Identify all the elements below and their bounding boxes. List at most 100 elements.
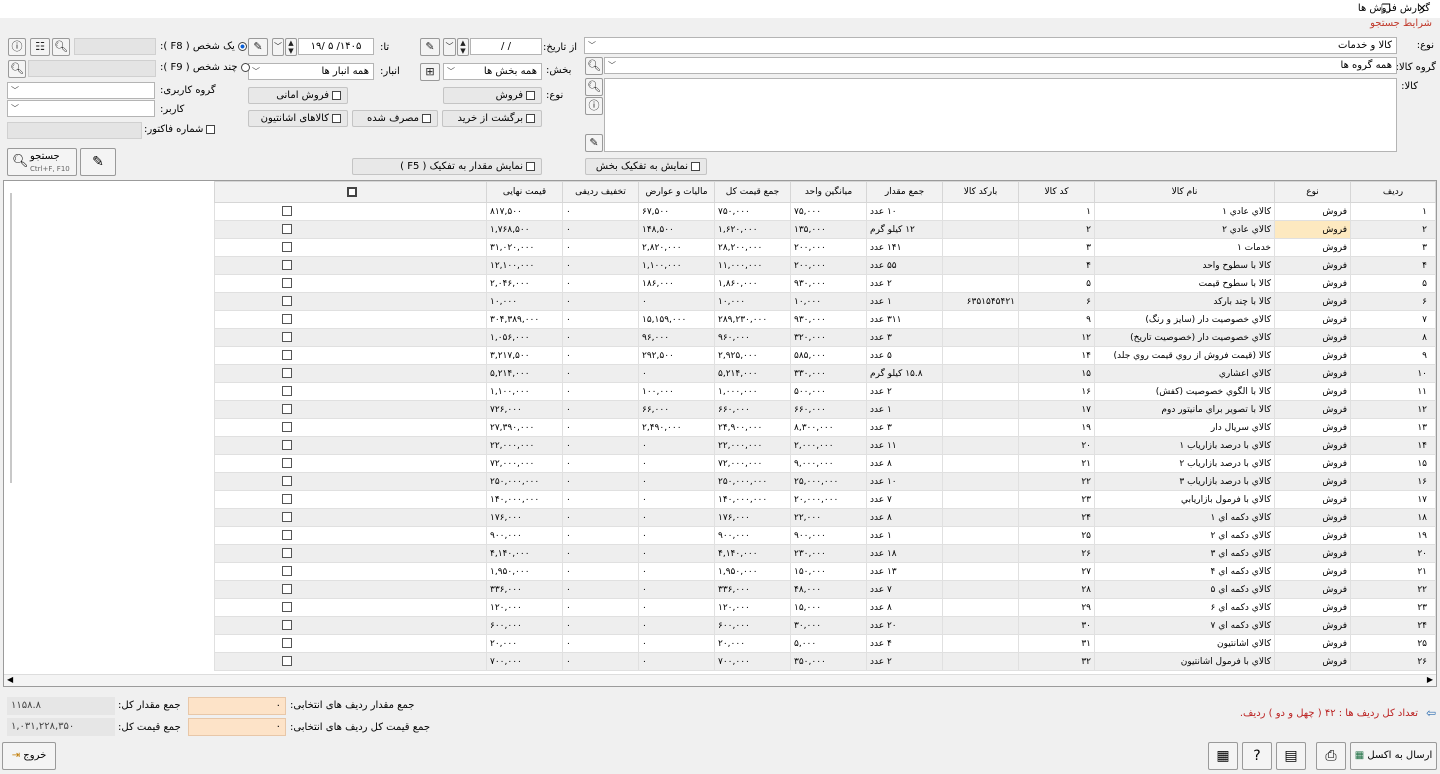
row-select-cell[interactable] [214, 274, 487, 293]
row-select-cell[interactable] [214, 652, 487, 671]
trust-goods-check[interactable]: کالاهای اشانتیون [248, 110, 348, 127]
table-row[interactable]: ۲۲ فروش كالاي دكمه اي ۵ ۲۸ ۷ عدد ۴۸,۰۰۰ ۳۳۶,۰۰… [214, 580, 1436, 599]
row-select-cell[interactable] [214, 364, 487, 383]
show-by-branch-check[interactable]: نمایش به تفکیک بخش [585, 158, 707, 175]
row-select-cell[interactable] [214, 508, 487, 527]
row-select-cell[interactable] [214, 310, 487, 329]
restore-button[interactable]: ❐ [1376, 1, 1396, 17]
select-all-header[interactable] [214, 181, 487, 203]
user-group-select[interactable]: ﹀ [7, 82, 155, 99]
row-select-cell[interactable] [214, 454, 487, 473]
horizontal-scrollbar[interactable]: ◀ ▶ [4, 674, 1436, 686]
to-date-clear-button[interactable]: ✎ [248, 38, 268, 56]
column-header[interactable]: تخفیف ردیفی [562, 181, 639, 203]
branch-tree-button[interactable]: ⊞ [420, 63, 440, 81]
table-row[interactable]: ۱۲ فروش كالا با تصوير براي مانيتور دوم ۱۷ ۱ … [214, 400, 1436, 419]
row-checkbox[interactable] [282, 602, 292, 613]
radio-button[interactable] [238, 41, 248, 51]
checkbox[interactable] [206, 124, 216, 134]
table-row[interactable]: ۹ فروش كالا (قيمت فروش از روي قيمت روي جلد… [214, 346, 1436, 365]
calendar-help-button[interactable]: ▦ [1208, 742, 1238, 770]
column-header[interactable]: قیمت نهایی [486, 181, 563, 203]
row-select-cell[interactable] [214, 526, 487, 545]
checkbox[interactable] [526, 161, 535, 171]
invoice-no-field[interactable] [7, 122, 142, 139]
row-checkbox[interactable] [282, 638, 292, 649]
from-date-spinner[interactable]: ▲ ▼ [457, 38, 469, 56]
multi-person-search-button[interactable]: 🔍︎ [8, 60, 26, 78]
person-search-button[interactable]: 🔍︎ [52, 38, 70, 56]
row-checkbox[interactable] [282, 386, 292, 397]
goods-list[interactable] [604, 78, 1397, 152]
row-checkbox[interactable] [282, 584, 292, 595]
user-select[interactable]: ﹀ [7, 100, 155, 117]
type-select[interactable]: کالا و خدمات ﹀ [584, 37, 1397, 54]
row-checkbox[interactable] [282, 368, 292, 379]
print-button[interactable]: ⎙ [1316, 742, 1346, 770]
table-row[interactable]: ۱۹ فروش كالاي دكمه اي ۲ ۲۵ ۱ عدد ۹۰۰,۰۰۰ ۹۰۰,۰… [214, 526, 1436, 545]
row-checkbox[interactable] [282, 476, 292, 487]
table-row[interactable]: ۲ فروش كالاي عادي ۲ ۲ ۱۲ کیلو گرم ۱۳۵,۰۰۰ ۱,۶۲… [214, 220, 1436, 239]
select-all-checkbox[interactable] [347, 186, 357, 197]
sale-check[interactable]: فروش [443, 87, 542, 104]
column-header[interactable]: میانگین واحد [790, 181, 867, 203]
calculator-button[interactable]: ▤ [1276, 742, 1306, 770]
checkbox[interactable] [526, 90, 535, 100]
column-header[interactable]: بارکد کالا [942, 181, 1019, 203]
multi-person-radio[interactable]: چند شخص ( F9 ): [160, 62, 250, 73]
table-row[interactable]: ۵ فروش كالا با سطوح قيمت ۵ ۲ عدد ۹۳۰,۰۰۰ ۱,۸۶۰… [214, 274, 1436, 293]
row-select-cell[interactable] [214, 598, 487, 617]
goods-group-search-button[interactable]: 🔍︎ [585, 57, 603, 75]
row-select-cell[interactable] [214, 346, 487, 365]
row-checkbox[interactable] [282, 422, 292, 433]
row-select-cell[interactable] [214, 562, 487, 581]
row-select-cell[interactable] [214, 544, 487, 563]
table-row[interactable]: ۶ فروش كالا با چند باركد ۶ ۶۳۵۱۵۴۵۴۲۱ ۱ عدد ۱۰… [214, 292, 1436, 311]
table-row[interactable]: ۱۴ فروش كالاي با درصد بازارياب ۱ ۲۰ ۱۱ عدد ۲,… [214, 436, 1436, 455]
invoice-no-check[interactable]: شماره فاکتور: [144, 124, 216, 135]
table-row[interactable]: ۲۵ فروش كالاي اشانتيون ۳۱ ۴ عدد ۵,۰۰۰ ۲۰,۰۰۰ ۰ ۰… [214, 634, 1436, 653]
from-date-input[interactable]: / / [470, 38, 542, 55]
goods-info-button[interactable]: ⓘ [585, 97, 603, 115]
checkbox[interactable] [526, 113, 535, 123]
row-select-cell[interactable] [214, 328, 487, 347]
row-checkbox[interactable] [282, 512, 292, 523]
column-header[interactable]: جمع قیمت کل [714, 181, 791, 203]
trust-sale-check[interactable]: فروش امانی [248, 87, 348, 104]
consumed-check[interactable]: مصرف شده [352, 110, 438, 127]
person-info-button[interactable]: ⓘ [8, 38, 26, 56]
row-select-cell[interactable] [214, 472, 487, 491]
checkbox[interactable] [332, 90, 341, 100]
row-checkbox[interactable] [282, 350, 292, 361]
scroll-right-icon[interactable]: ▶ [1427, 675, 1433, 684]
column-header[interactable]: نوع [1274, 181, 1351, 203]
row-checkbox[interactable] [282, 440, 292, 451]
table-row[interactable]: ۱۶ فروش كالاي با درصد بازارياب ۳ ۲۲ ۱۰ عدد ۲۵… [214, 472, 1436, 491]
table-row[interactable]: ۲۳ فروش كالاي دكمه اي ۶ ۲۹ ۸ عدد ۱۵,۰۰۰ ۱۲۰,۰۰… [214, 598, 1436, 617]
row-select-cell[interactable] [214, 418, 487, 437]
table-row[interactable]: ۱۷ فروش كالاي با فرمول بازاريابي ۲۳ ۷ عدد ۲۰,… [214, 490, 1436, 509]
row-checkbox[interactable] [282, 656, 292, 667]
table-row[interactable]: ۷ فروش كالاي خصوصيت دار (سایز و رنگ) ۹ ۳۱۱ ع… [214, 310, 1436, 329]
row-checkbox[interactable] [282, 242, 292, 253]
column-header[interactable]: جمع مقدار [866, 181, 943, 203]
from-date-dropdown[interactable]: ﹀ [443, 38, 456, 56]
table-row[interactable]: ۱۰ فروش كالاي اعشاري ۱۵ ۱۵.۸ کیلو گرم ۳۳۰,۰۰۰… [214, 364, 1436, 383]
multi-person-field[interactable] [28, 60, 156, 77]
row-select-cell[interactable] [214, 220, 487, 239]
table-row[interactable]: ۲۱ فروش كالاي دكمه اي ۴ ۲۷ ۱۳ عدد ۱۵۰,۰۰۰ ۱,۹۵… [214, 562, 1436, 581]
one-person-radio[interactable]: یک شخص ( F8 ): [160, 41, 248, 52]
table-row[interactable]: ۱۸ فروش كالاي دكمه اي ۱ ۲۴ ۸ عدد ۲۲,۰۰۰ ۱۷۶,۰۰… [214, 508, 1436, 527]
row-checkbox[interactable] [282, 404, 292, 415]
scroll-left-icon[interactable]: ◀ [7, 675, 13, 684]
row-checkbox[interactable] [282, 620, 292, 631]
checkbox[interactable] [691, 161, 700, 171]
to-date-input[interactable]: ۱۴۰۵/ ۵ /۱۹ [298, 38, 374, 55]
person-list-button[interactable]: ☷ [30, 38, 50, 56]
table-row[interactable]: ۸ فروش كالاي خصوصيت دار (خصوصیت تاریخ) ۱۲ ۳ … [214, 328, 1436, 347]
table-row[interactable]: ۴ فروش كالا با سطوح واحد ۴ ۵۵ عدد ۲۰۰,۰۰۰ ۱۱,۰… [214, 256, 1436, 275]
row-select-cell[interactable] [214, 580, 487, 599]
row-checkbox[interactable] [282, 314, 292, 325]
row-select-cell[interactable] [214, 436, 487, 455]
to-date-dropdown[interactable]: ﹀ [272, 38, 284, 56]
